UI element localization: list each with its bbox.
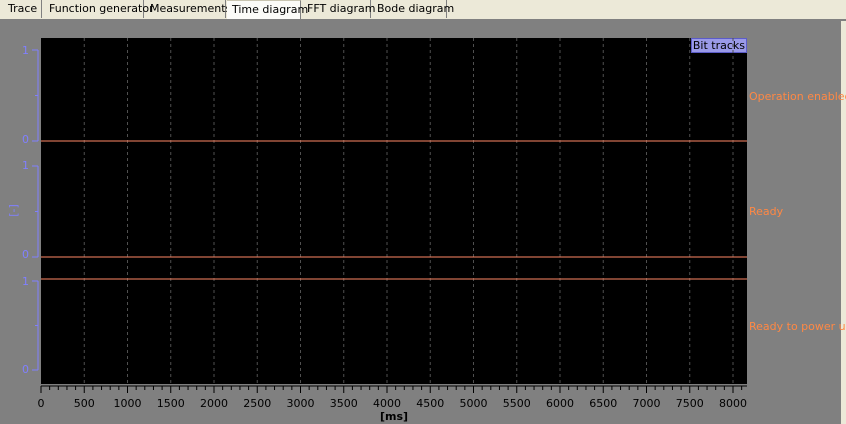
x-tick-label: 6500 — [589, 397, 618, 410]
x-tick-label: 1000 — [113, 397, 142, 410]
diagram-svg — [32, 38, 747, 393]
x-tick-label: 500 — [73, 397, 95, 410]
x-tick-label: 3000 — [286, 397, 315, 410]
x-tick-label: 5500 — [502, 397, 531, 410]
x-tick-label: 2500 — [243, 397, 272, 410]
track-label-operation-enabled: Operation enabled — [749, 90, 846, 103]
track-label-ready-to-power-up: Ready to power up — [749, 320, 846, 333]
x-tick-label: 0 — [37, 397, 45, 410]
x-tick-label: 8000 — [719, 397, 747, 410]
x-tick-label: 5000 — [459, 397, 488, 410]
x-axis-unit: [ms] — [380, 410, 409, 423]
track-label-ready: Ready — [749, 205, 784, 218]
x-tick-label: 2000 — [200, 397, 228, 410]
x-tick-label: 4500 — [416, 397, 445, 410]
x-tick-label: 3500 — [329, 397, 358, 410]
x-tick-label: 6000 — [546, 397, 574, 410]
x-tick-label: 4000 — [373, 397, 401, 410]
x-tick-label: 1500 — [156, 397, 185, 410]
x-tick-label: 7500 — [675, 397, 704, 410]
x-tick-label: 7000 — [632, 397, 661, 410]
